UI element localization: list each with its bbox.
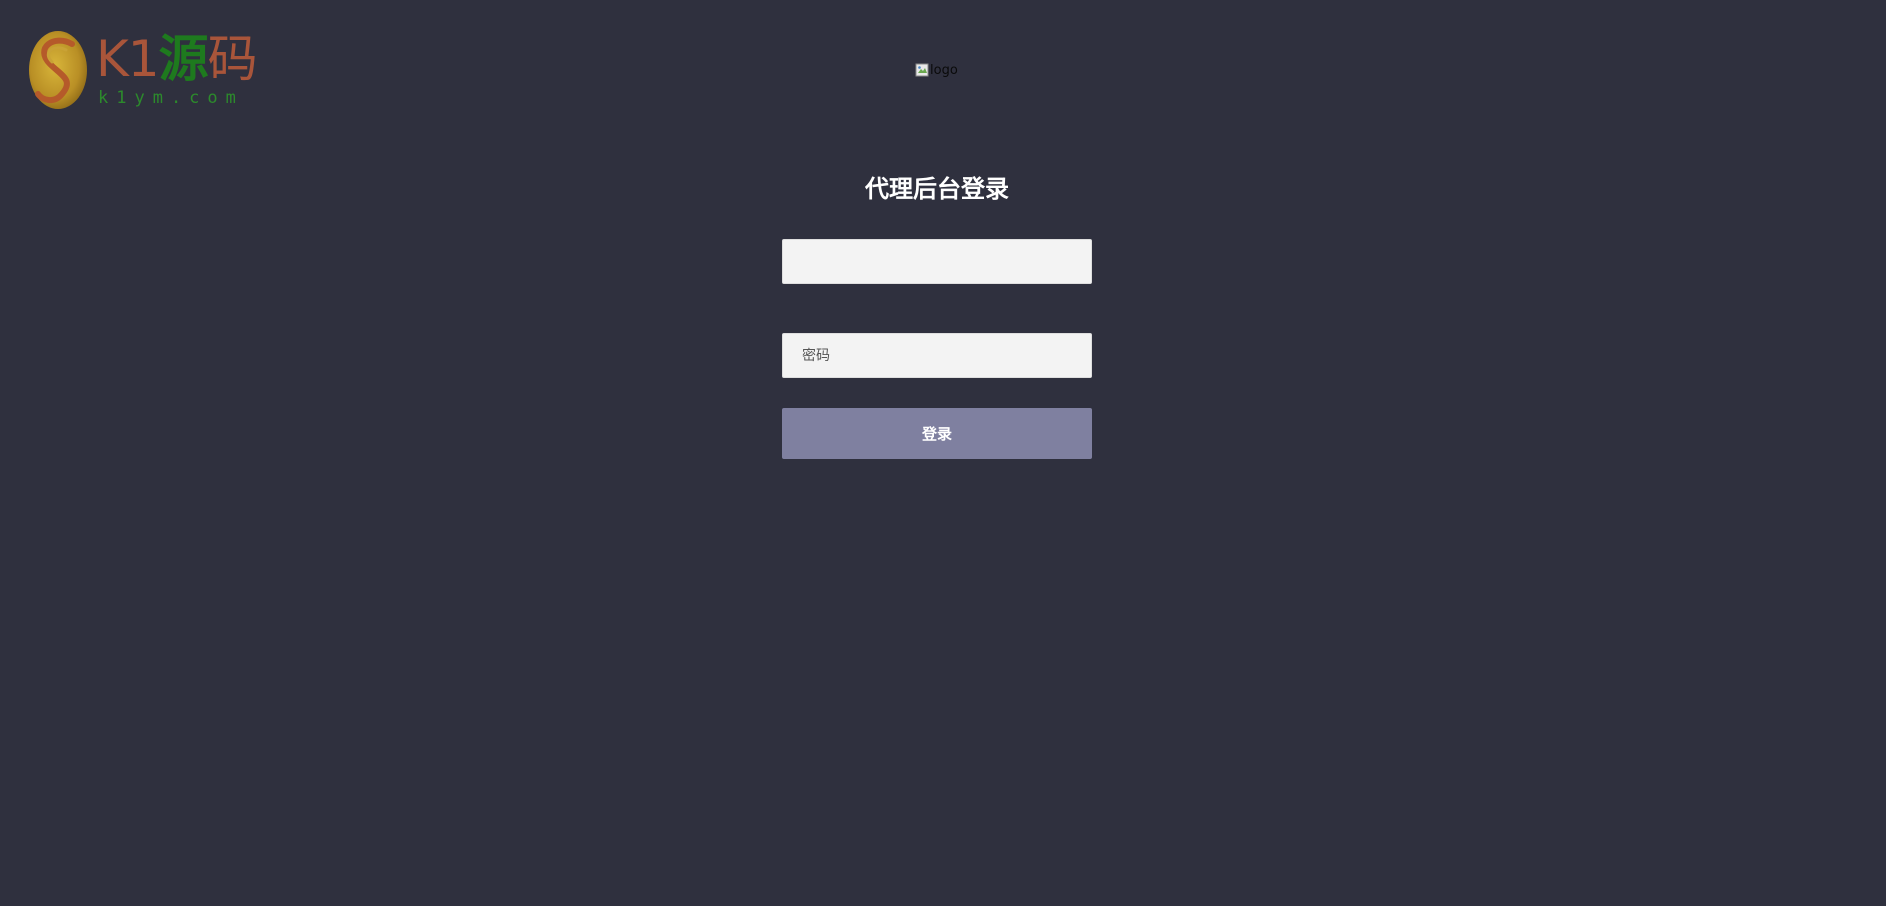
watermark-url: k1ym.com	[98, 88, 244, 108]
login-button[interactable]: 登录	[782, 408, 1092, 459]
watermark-brand-char1: 源	[158, 30, 209, 88]
password-input[interactable]	[782, 333, 1092, 378]
login-page: K1源码 k1ym.com logo 代理后台登录 登录	[0, 0, 1886, 906]
watermark-brand: K1源码	[96, 30, 258, 88]
k1ym-watermark-logo: K1源码 k1ym.com	[28, 28, 258, 114]
coin-icon	[29, 31, 87, 109]
username-input[interactable]	[782, 239, 1092, 284]
page-title: 代理后台登录	[865, 175, 1009, 203]
broken-image-icon	[915, 63, 929, 77]
logo-image-broken: logo	[915, 62, 958, 78]
watermark-brand-char2: 码	[207, 30, 258, 88]
logo-alt-text: logo	[930, 62, 958, 78]
watermark-brand-k1: K1	[96, 30, 160, 88]
